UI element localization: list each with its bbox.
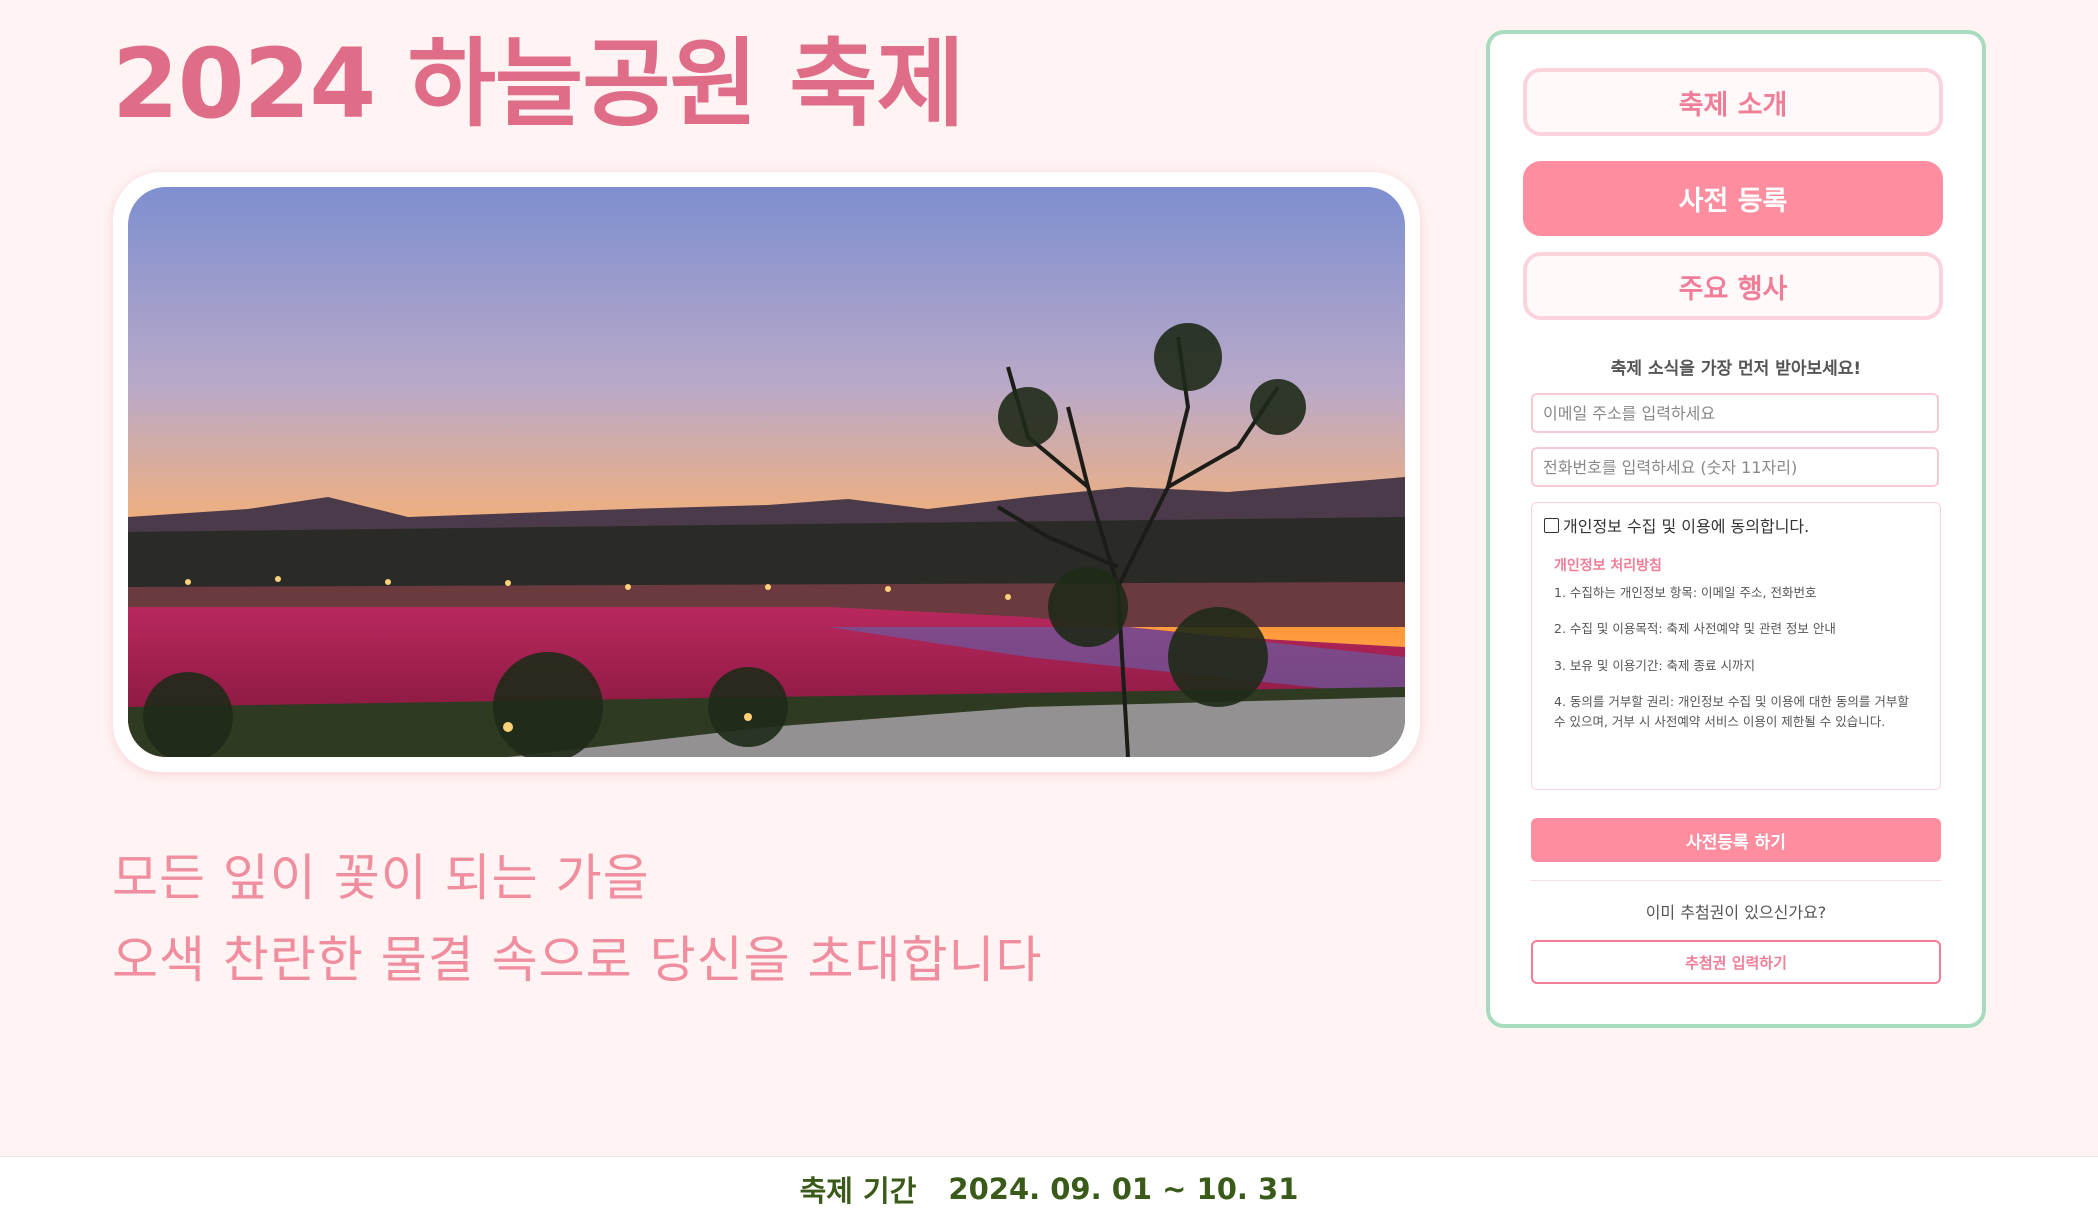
divider [1531,880,1941,881]
footer: 축제 기간 2024. 09. 01 ~ 10. 31 [0,1156,2098,1221]
signup-heading: 축제 소식을 가장 먼저 받아보세요! [1610,359,1862,379]
page-title: 2024 하늘공원 축제 [112,28,965,140]
nav-main-events-button[interactable]: 주요 행사 [1523,252,1943,320]
ticket-question: 이미 추첨권이 있으신가요? [1645,903,1827,922]
phone-field[interactable] [1531,447,1939,487]
festival-period-value: 2024. 09. 01 ~ 10. 31 [948,1172,1299,1206]
policy-item: 1. 수집하는 개인정보 항목: 이메일 주소, 전화번호 [1554,585,1817,600]
consent-checkbox[interactable] [1544,517,1559,533]
policy-item: 3. 보유 및 이용기간: 축제 종료 시까지 [1554,658,1755,673]
privacy-policy-title: 개인정보 처리방침 [1554,558,1662,574]
festival-period-label: 축제 기간 [799,1174,917,1208]
pre-register-submit-button[interactable]: 사전등록 하기 [1531,818,1941,862]
sidebar-panel: 축제 소개 사전 등록 주요 행사 축제 소식을 가장 먼저 받아보세요! 개인… [1486,30,1986,1028]
hero-photo-frame [113,172,1420,772]
policy-item: 2. 수집 및 이용목적: 축제 사전예약 및 관련 정보 안내 [1554,621,1836,636]
privacy-consent-box: 개인정보 수집 및 이용에 동의합니다. 개인정보 처리방침 1. 수집하는 개… [1531,502,1941,790]
hero-tagline-line1: 모든 잎이 꽃이 되는 가을 [112,849,650,907]
nav-pre-registration-button[interactable]: 사전 등록 [1523,161,1943,236]
email-field[interactable] [1531,393,1939,433]
hero-tagline-line2: 오색 찬란한 물결 속으로 당신을 초대합니다 [112,931,1043,989]
consent-row[interactable]: 개인정보 수집 및 이용에 동의합니다. [1544,513,1809,537]
enter-ticket-button[interactable]: 추첨권 입력하기 [1531,940,1941,984]
consent-label: 개인정보 수집 및 이용에 동의합니다. [1563,517,1810,536]
nav-festival-intro-button[interactable]: 축제 소개 [1523,68,1943,136]
policy-item: 4. 동의를 거부할 권리: 개인정보 수집 및 이용에 대한 동의를 거부할 … [1554,694,1909,729]
festival-photo [128,187,1405,757]
